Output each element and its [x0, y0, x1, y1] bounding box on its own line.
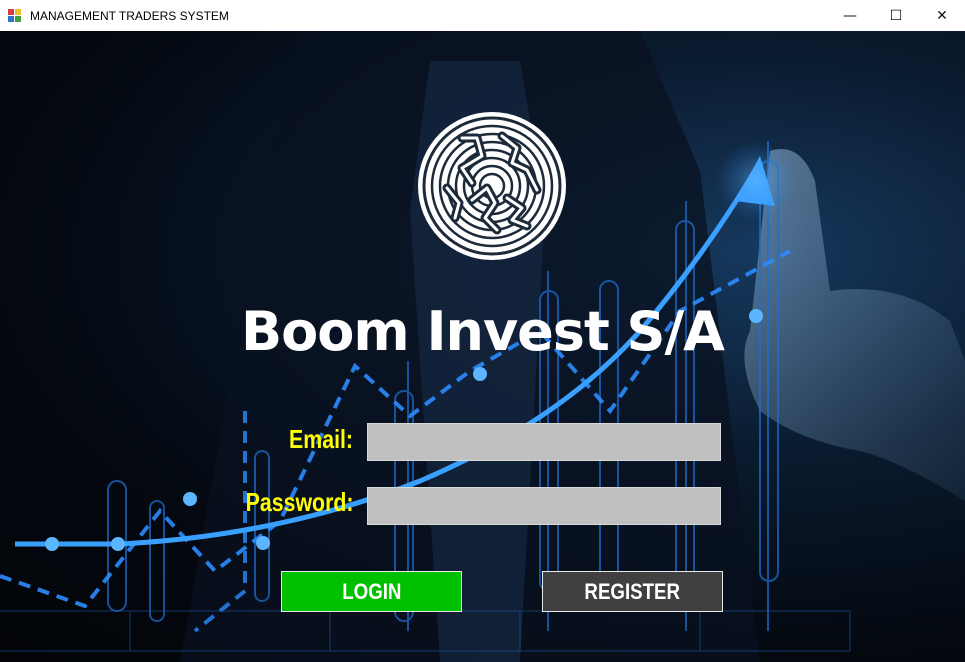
maximize-button[interactable]: ☐	[873, 0, 919, 31]
register-button-label: REGISTER	[584, 578, 681, 604]
password-label: Password:	[245, 487, 353, 517]
maximize-icon: ☐	[889, 7, 903, 24]
brand-title: Boom Invest S/A	[241, 300, 725, 363]
app-icon[interactable]	[8, 8, 22, 23]
fingerprint-maze-logo-icon	[418, 112, 566, 260]
window-controls: — ☐ ✕	[827, 0, 965, 31]
email-field[interactable]	[367, 423, 721, 461]
password-field[interactable]	[367, 487, 721, 525]
close-button[interactable]: ✕	[919, 0, 965, 31]
app-window: MANAGEMENT TRADERS SYSTEM — ☐ ✕ Boom Inv…	[0, 0, 965, 662]
email-label: Email:	[289, 424, 353, 454]
login-button-label: LOGIN	[341, 578, 402, 604]
login-button[interactable]: LOGIN	[281, 571, 462, 612]
minimize-button[interactable]: —	[827, 0, 873, 31]
title-bar: MANAGEMENT TRADERS SYSTEM — ☐ ✕	[0, 0, 965, 31]
close-icon: ✕	[936, 7, 948, 24]
register-button[interactable]: REGISTER	[542, 571, 723, 612]
login-panel: Boom Invest S/A Email: Password: LOGIN R…	[0, 31, 965, 662]
minimize-icon: —	[843, 7, 857, 24]
window-title: MANAGEMENT TRADERS SYSTEM	[30, 8, 229, 23]
